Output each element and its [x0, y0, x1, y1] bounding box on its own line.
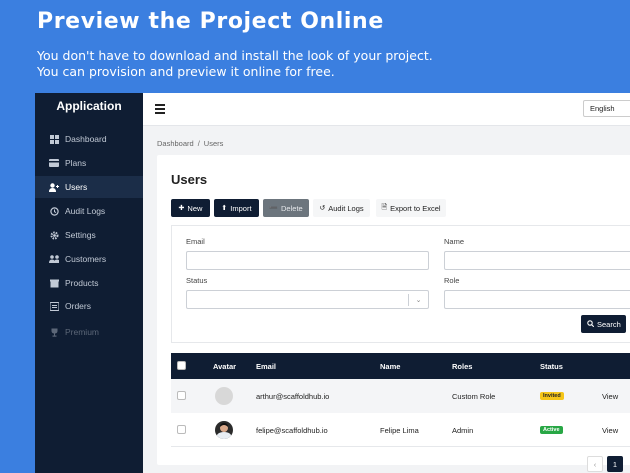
- sidebar-item-dashboard[interactable]: Dashboard: [35, 128, 143, 150]
- breadcrumb-current: Users: [203, 139, 224, 148]
- user-plus-icon: ✚: [178, 205, 185, 212]
- list-icon: [49, 301, 59, 311]
- column-header-name[interactable]: Name: [380, 362, 400, 371]
- sidebar: Application Dashboard Plans Users Audit …: [35, 93, 143, 473]
- pagination-prev-button[interactable]: ‹: [587, 456, 603, 472]
- sidebar-item-plans[interactable]: Plans: [35, 152, 143, 174]
- cell-role: Admin: [452, 426, 474, 435]
- language-select[interactable]: English: [583, 100, 630, 117]
- search-icon: [587, 319, 595, 329]
- row-checkbox[interactable]: [177, 391, 186, 400]
- history-icon: [49, 206, 59, 216]
- sidebar-item-premium: Premium: [35, 321, 143, 343]
- search-button-label: Search: [597, 319, 621, 329]
- view-link[interactable]: View: [602, 426, 618, 435]
- column-header-avatar[interactable]: Avatar: [213, 362, 236, 371]
- user-plus-icon: [49, 182, 59, 192]
- sidebar-item-orders[interactable]: Orders: [35, 295, 143, 317]
- box-icon: [49, 278, 59, 288]
- sidebar-item-label: Customers: [65, 254, 107, 264]
- sidebar-item-products[interactable]: Products: [35, 272, 143, 294]
- sidebar-item-settings[interactable]: Settings: [35, 224, 143, 246]
- column-header-status[interactable]: Status: [540, 362, 563, 371]
- sidebar-item-label: Orders: [65, 301, 91, 311]
- status-badge: Invited: [540, 392, 564, 400]
- table-header: Avatar Email Name Roles Status: [171, 353, 630, 379]
- upload-icon: ⬆: [221, 205, 228, 212]
- promo-line-2: You can provision and preview it online …: [37, 64, 335, 79]
- topbar: English: [143, 93, 630, 126]
- sidebar-item-label: Users: [65, 182, 88, 192]
- cell-email: felipe@scaffoldhub.io: [256, 426, 328, 435]
- search-button[interactable]: Search: [581, 315, 626, 333]
- sidebar-item-label: Products: [65, 278, 99, 288]
- avatar: [215, 387, 233, 405]
- promo-line-1: You don't have to download and install t…: [37, 48, 433, 63]
- sidebar-item-customers[interactable]: Customers: [35, 248, 143, 270]
- sidebar-item-label: Settings: [65, 230, 96, 240]
- delete-button-label: Delete: [281, 203, 303, 213]
- cell-role: Custom Role: [452, 392, 496, 401]
- cell-name: Felipe Lima: [380, 426, 419, 435]
- chevron-down-icon[interactable]: ⌄: [408, 294, 428, 306]
- export-excel-button[interactable]: 🗎 Export to Excel: [376, 199, 446, 217]
- cell-email: arthur@scaffoldhub.io: [256, 392, 330, 401]
- page-title: Users: [171, 172, 208, 187]
- new-button[interactable]: ✚ New: [171, 199, 210, 217]
- new-button-label: New: [187, 203, 203, 213]
- import-button-label: Import: [230, 203, 252, 213]
- trophy-icon: [49, 327, 59, 337]
- audit-logs-button-label: Audit Logs: [328, 203, 364, 213]
- name-label: Name: [444, 237, 465, 246]
- export-excel-button-label: Export to Excel: [390, 203, 441, 213]
- audit-logs-button[interactable]: ↺ Audit Logs: [313, 199, 370, 217]
- column-header-roles[interactable]: Roles: [452, 362, 472, 371]
- avatar: [215, 421, 233, 439]
- users-card: Users ✚ New ⬆ Import ➖ Delete ↺ Audit Logs 🗎…: [157, 155, 630, 472]
- promo-description: You don't have to download and install t…: [37, 48, 433, 80]
- role-label: Role: [444, 276, 460, 285]
- email-input[interactable]: [186, 251, 429, 270]
- sidebar-item-label: Premium: [65, 327, 100, 337]
- select-all-checkbox[interactable]: [177, 361, 186, 370]
- breadcrumb: Dashboard / Users: [157, 139, 223, 148]
- import-button[interactable]: ⬆ Import: [214, 199, 259, 217]
- menu-icon[interactable]: [155, 104, 165, 114]
- status-label: Status: [186, 276, 208, 285]
- sidebar-item-label: Dashboard: [65, 134, 107, 144]
- dashboard-icon: [49, 134, 59, 144]
- breadcrumb-separator: /: [197, 139, 200, 148]
- pagination-page-1[interactable]: 1: [607, 456, 623, 472]
- card-icon: [49, 158, 59, 168]
- promo-title: Preview the Project Online: [37, 9, 384, 34]
- view-link[interactable]: View: [602, 392, 618, 401]
- table-row: felipe@scaffoldhub.io Felipe Lima Admin …: [171, 413, 630, 447]
- sidebar-item-users[interactable]: Users: [35, 176, 143, 198]
- column-header-email[interactable]: Email: [256, 362, 276, 371]
- history-icon: ↺: [319, 205, 326, 212]
- status-select[interactable]: ⌄: [186, 290, 429, 309]
- role-select[interactable]: [444, 290, 630, 309]
- sidebar-item-label: Plans: [65, 158, 87, 168]
- row-checkbox[interactable]: [177, 425, 186, 434]
- breadcrumb-dashboard[interactable]: Dashboard: [157, 139, 194, 148]
- sidebar-item-label: Audit Logs: [65, 206, 106, 216]
- app-window: Application Dashboard Plans Users Audit …: [35, 93, 630, 473]
- delete-button[interactable]: ➖ Delete: [263, 199, 309, 217]
- sidebar-item-audit-logs[interactable]: Audit Logs: [35, 200, 143, 222]
- filter-panel: Email Name Status ⌄ Role: [171, 225, 630, 343]
- file-icon: 🗎: [381, 203, 388, 211]
- status-badge: Active: [540, 426, 563, 434]
- app-title: Application: [56, 99, 122, 113]
- name-input[interactable]: [444, 251, 630, 270]
- table-row: arthur@scaffoldhub.io Custom Role Invite…: [171, 379, 630, 413]
- email-label: Email: [186, 237, 205, 246]
- gear-icon: [49, 230, 59, 240]
- users-icon: [49, 254, 59, 264]
- user-minus-icon: ➖: [269, 205, 279, 212]
